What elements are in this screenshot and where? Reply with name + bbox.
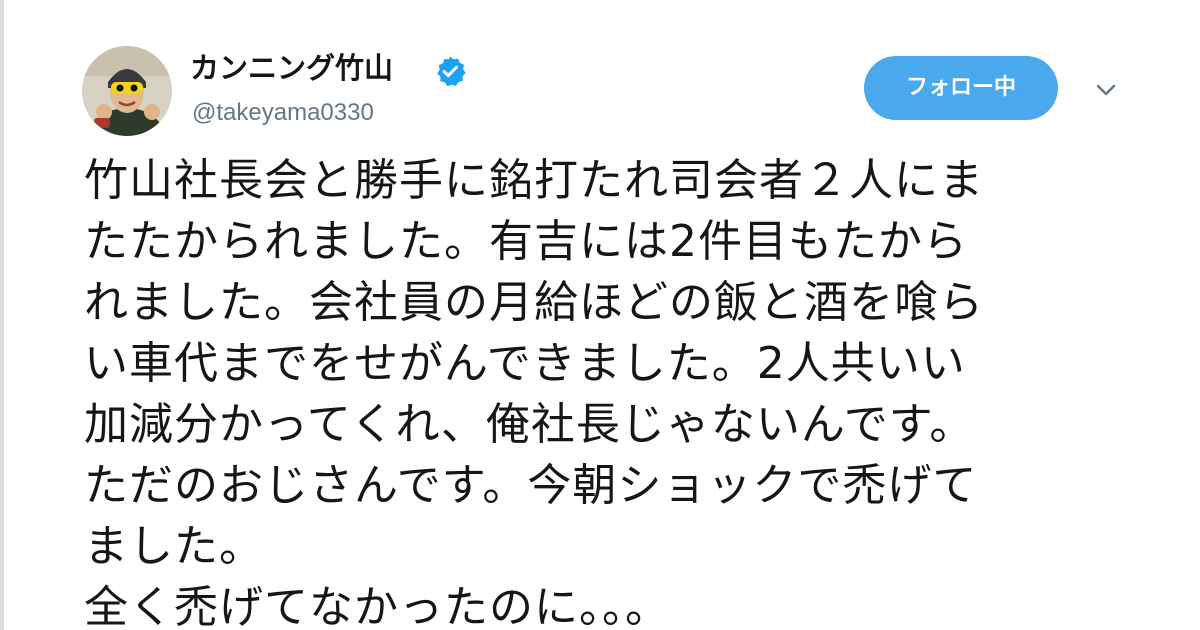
tweet-text-line: 竹山社長会と勝手に銘打たれ司会者２人にま xyxy=(84,155,984,206)
chevron-down-icon[interactable] xyxy=(1092,76,1120,104)
avatar-photo-icon xyxy=(82,46,172,136)
following-button[interactable]: フォロー中 xyxy=(864,56,1058,120)
author-display-name[interactable]: カンニング竹山 xyxy=(190,48,393,88)
tweet-text-line: れました。会社員の月給ほどの飯と酒を喰ら xyxy=(84,277,984,328)
tweet-card: カンニング竹山 @takeyama0330 フォロー中 竹山社長会と勝手に銘打た… xyxy=(4,0,1200,630)
user-avatar[interactable] xyxy=(82,46,172,136)
verified-badge-icon xyxy=(434,55,466,87)
tweet-text-line: ました。 xyxy=(84,521,264,572)
tweet-text-line: 加減分かってくれ、俺社長じゃないんです。 xyxy=(84,399,975,450)
tweet-text: 竹山社長会と勝手に銘打たれ司会者２人にま たたかられました。有吉には2件目もたか… xyxy=(84,150,1194,630)
tweet-text-line: 全く禿げてなかったのに。。。 xyxy=(84,582,670,630)
tweet-text-line: い車代までをせがんできました。2人共いい xyxy=(84,338,966,389)
author-handle[interactable]: @takeyama0330 xyxy=(192,98,374,128)
tweet-text-line: ただのおじさんです。今朝ショックで禿げて xyxy=(84,460,978,511)
tweet-text-line: たたかられました。有吉には2件目もたから xyxy=(84,216,968,267)
